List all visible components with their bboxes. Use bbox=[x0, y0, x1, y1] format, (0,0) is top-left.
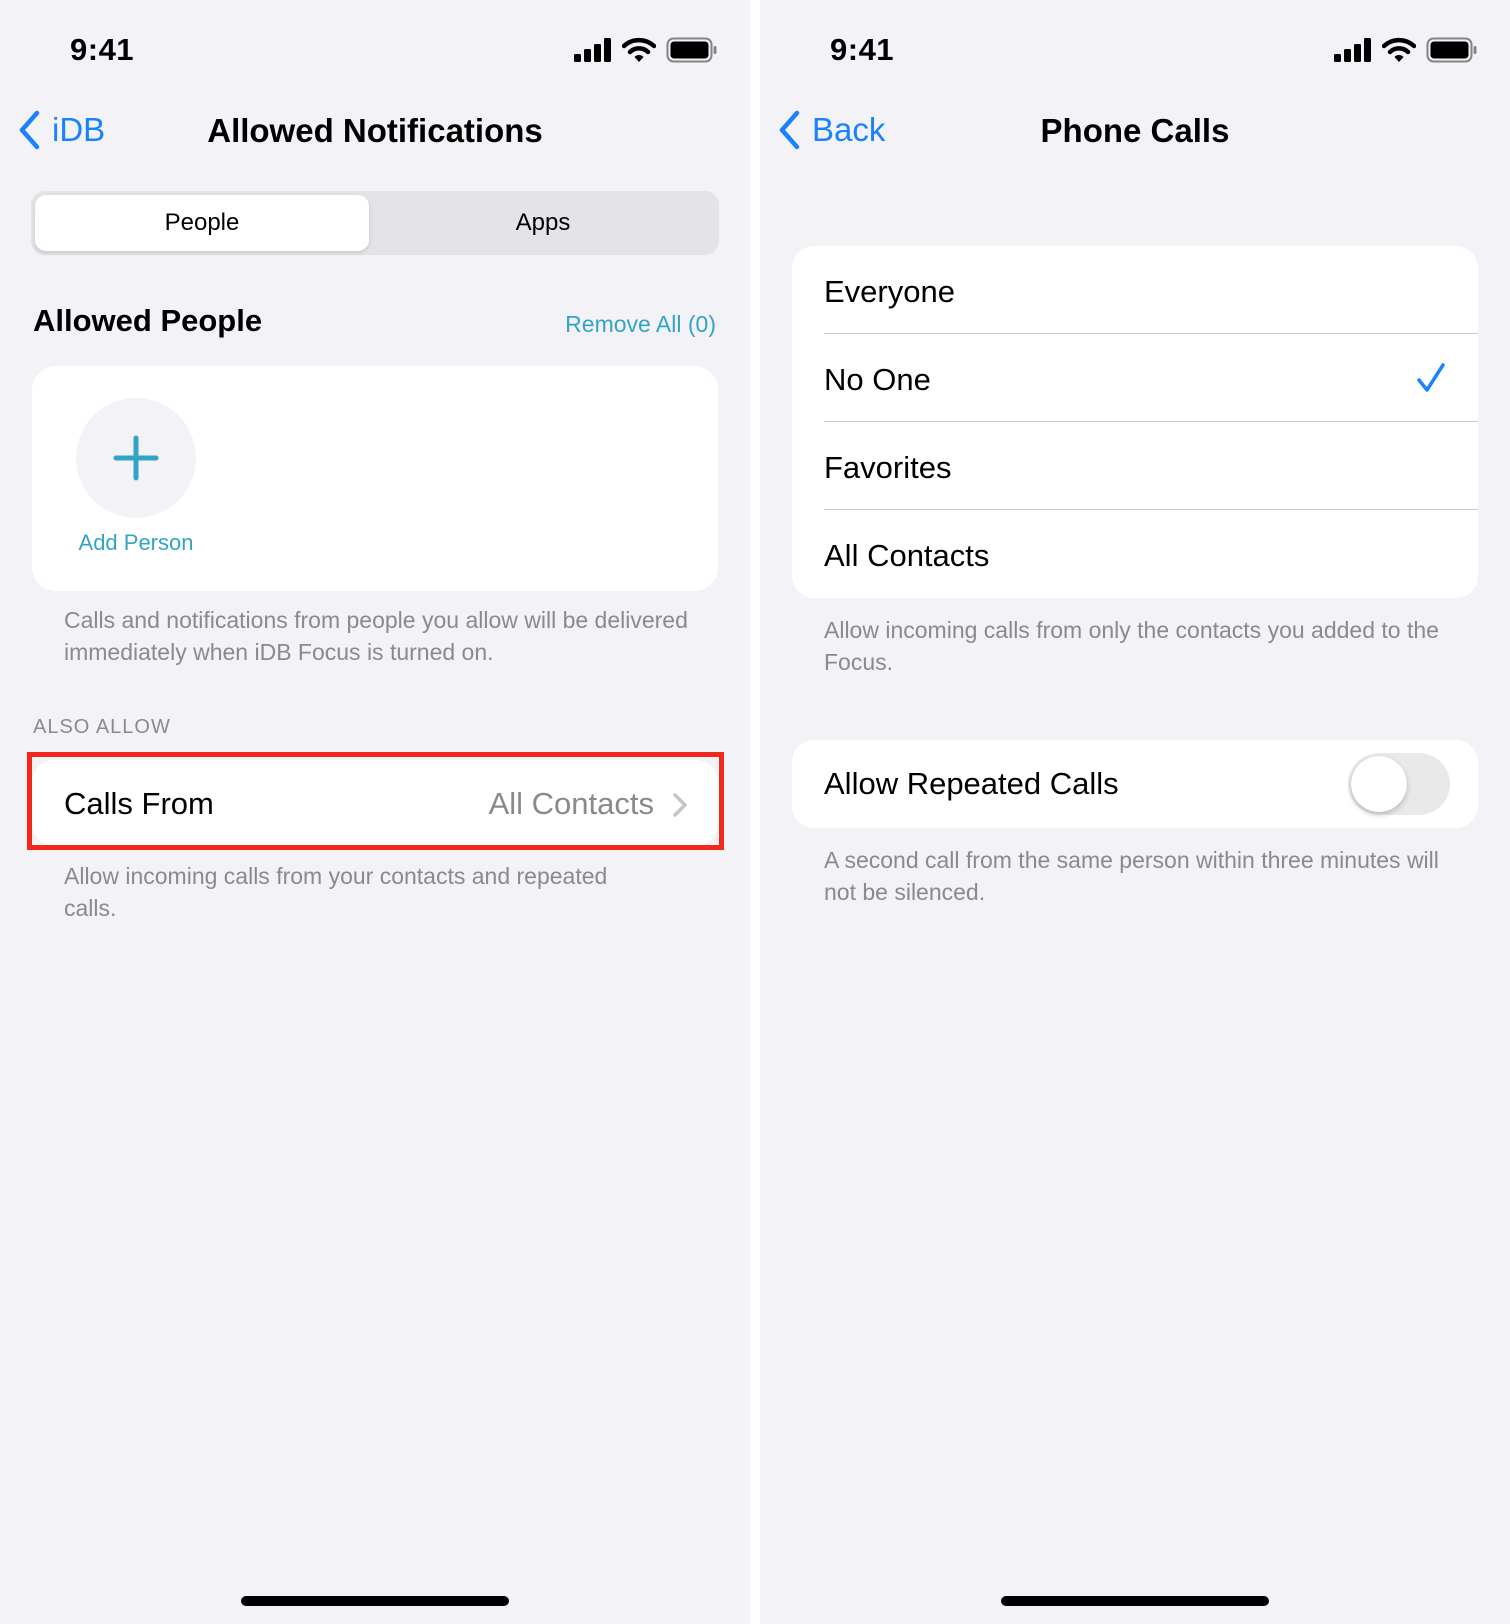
status-icons bbox=[574, 36, 718, 64]
segment-apps[interactable]: Apps bbox=[371, 195, 715, 251]
status-icons bbox=[1334, 36, 1478, 64]
option-label: No One bbox=[824, 362, 931, 397]
home-indicator bbox=[1001, 1596, 1269, 1606]
phone-calls-options-list: Everyone No One Favorites All Contacts bbox=[792, 246, 1478, 598]
remove-all-button[interactable]: Remove All (0) bbox=[565, 311, 716, 338]
home-indicator bbox=[241, 1596, 509, 1606]
battery-icon bbox=[666, 37, 717, 63]
repeated-calls-row: Allow Repeated Calls bbox=[792, 740, 1478, 828]
repeated-calls-toggle[interactable] bbox=[1348, 753, 1450, 815]
wifi-icon bbox=[1382, 37, 1416, 62]
allowed-people-footer: Calls and notifications from people you … bbox=[64, 607, 688, 665]
option-label: Favorites bbox=[824, 450, 952, 485]
options-footer: Allow incoming calls from only the conta… bbox=[824, 617, 1439, 675]
add-person-label[interactable]: Add Person bbox=[32, 530, 240, 556]
battery-icon bbox=[1426, 37, 1477, 63]
calls-from-footer: Allow incoming calls from your contacts … bbox=[64, 863, 608, 921]
repeated-calls-label: Allow Repeated Calls bbox=[824, 766, 1119, 801]
option-favorites[interactable]: Favorites bbox=[792, 422, 1478, 510]
phone-calls-screen: 9:41 Back Phone Calls Everyone No One Fa… bbox=[760, 0, 1510, 1624]
option-all-contacts[interactable]: All Contacts bbox=[792, 510, 1478, 598]
checkmark-icon bbox=[1417, 363, 1445, 392]
allowed-notifications-screen: 9:41 iDB Allowed Notifications People Ap… bbox=[0, 0, 750, 1624]
segmented-control: People Apps bbox=[31, 191, 719, 255]
cellular-signal-icon bbox=[1334, 38, 1371, 62]
allowed-people-heading: Allowed People bbox=[33, 303, 263, 338]
option-no-one[interactable]: No One bbox=[792, 334, 1478, 422]
cellular-signal-icon bbox=[574, 38, 611, 62]
page-title: Allowed Notifications bbox=[207, 112, 543, 149]
also-allow-heading: ALSO ALLOW bbox=[33, 716, 171, 738]
option-label: All Contacts bbox=[824, 538, 990, 573]
option-everyone[interactable]: Everyone bbox=[792, 246, 1478, 334]
segment-people[interactable]: People bbox=[35, 195, 369, 251]
status-time: 9:41 bbox=[830, 32, 895, 67]
wifi-icon bbox=[622, 37, 656, 62]
page-title: Phone Calls bbox=[1040, 112, 1230, 149]
plus-icon bbox=[113, 435, 159, 481]
status-time: 9:41 bbox=[70, 32, 135, 67]
toggle-knob bbox=[1351, 756, 1407, 812]
add-person-button[interactable] bbox=[76, 398, 196, 518]
option-label: Everyone bbox=[824, 274, 955, 309]
highlight-box bbox=[27, 752, 724, 850]
allowed-people-card: Add Person bbox=[32, 366, 718, 591]
repeated-calls-footer: A second call from the same person withi… bbox=[824, 847, 1439, 905]
